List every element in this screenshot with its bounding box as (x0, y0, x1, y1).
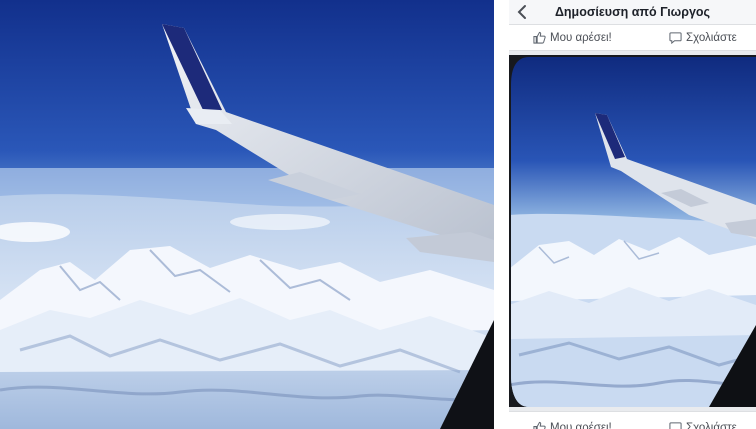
like-button[interactable]: Μου αρέσει! (533, 31, 612, 44)
comment-bubble-icon (669, 422, 682, 429)
action-bar-top: Μου αρέσει! Σχολιάστε (509, 25, 756, 51)
wing-photo-small-image (509, 55, 756, 407)
thumbs-up-icon (533, 31, 546, 44)
comment-label: Σχολιάστε (686, 31, 737, 44)
page-title: Δημοσίευση από Γιωργος (554, 5, 711, 19)
gutter (494, 0, 509, 429)
screen: Δημοσίευση από Γιωργος Μου αρέσει! Σχολι… (0, 0, 756, 429)
action-bar-bottom: Μου αρέσει! Σχολιάστε (509, 411, 756, 429)
thumbs-up-icon (533, 421, 546, 429)
facebook-post-view: Δημοσίευση από Γιωργος Μου αρέσει! Σχολι… (509, 0, 756, 429)
comment-button-bottom[interactable]: Σχολιάστε (669, 421, 737, 429)
top-bar: Δημοσίευση από Γιωργος (509, 0, 756, 25)
comment-bubble-icon (669, 32, 682, 44)
comment-label-bottom: Σχολιάστε (686, 421, 737, 429)
like-label-bottom: Μου αρέσει! (550, 421, 612, 429)
like-label: Μου αρέσει! (550, 31, 612, 44)
post-photo[interactable] (509, 55, 756, 407)
comment-button[interactable]: Σχολιάστε (669, 31, 737, 44)
wing-photo-large-image (0, 0, 494, 429)
wing-photo-large (0, 0, 494, 429)
like-button-bottom[interactable]: Μου αρέσει! (533, 421, 612, 429)
